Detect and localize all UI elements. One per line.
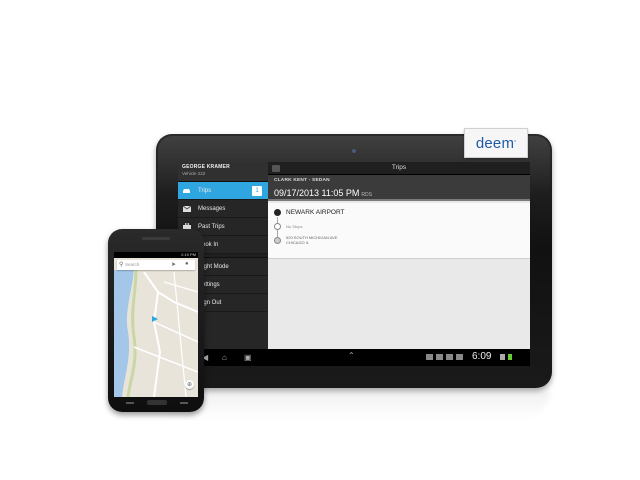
map-view[interactable] bbox=[114, 252, 198, 397]
driver-header: GEORGE KRAMER Vehicle 222 bbox=[178, 162, 268, 182]
envelope-icon bbox=[182, 205, 191, 212]
trip-service-code: RDS bbox=[361, 192, 372, 198]
app-topbar: Trips bbox=[268, 162, 530, 175]
phone-screen: 2:15 PM ⚲ Search ➤ ● ⊕ bbox=[114, 252, 198, 397]
dropoff-address-line2: CHICAGO IL bbox=[286, 240, 310, 245]
trips-count-badge: 1 bbox=[252, 186, 262, 196]
map-search-input[interactable]: Search bbox=[125, 262, 139, 267]
recent-apps-icon[interactable]: ▣ bbox=[244, 353, 252, 362]
notification-icon bbox=[456, 354, 463, 360]
deem-logo-text: deem bbox=[475, 134, 515, 152]
trip-passenger: CLARK KENT - SEDAN bbox=[274, 178, 330, 183]
pickup-marker-icon bbox=[274, 209, 281, 216]
tablet-system-bar: ◀ ⌂ ▣ ⌃ 6:09 bbox=[178, 349, 530, 366]
phone-back-key[interactable] bbox=[180, 402, 188, 404]
sidebar-item-trips[interactable]: Trips 1 bbox=[178, 182, 268, 200]
trip-route-card[interactable]: NEWARK AIRPORT No Stops 520 SOUTH MICHIG… bbox=[268, 203, 530, 259]
phone-home-button[interactable] bbox=[147, 400, 167, 405]
trip-datetime: 09/17/2013 11:05 PM bbox=[274, 188, 360, 198]
notification-icon bbox=[436, 354, 443, 360]
dropoff-marker-icon bbox=[274, 236, 281, 244]
trip-header[interactable]: CLARK KENT - SEDAN 09/17/2013 11:05 PM RD… bbox=[268, 175, 530, 201]
sidebar-item-label: Past Trips bbox=[198, 223, 225, 230]
account-icon[interactable]: ● bbox=[185, 261, 189, 267]
sidebar-item-messages[interactable]: Messages bbox=[178, 200, 268, 218]
map-search-bar[interactable]: ⚲ Search ➤ ● bbox=[117, 260, 195, 270]
pickup-location: NEWARK AIRPORT bbox=[286, 209, 345, 216]
intermediate-stops: No Stops bbox=[274, 223, 302, 230]
my-location-button[interactable]: ⊕ bbox=[185, 380, 194, 389]
notification-icon bbox=[426, 354, 433, 360]
home-icon[interactable]: ⌂ bbox=[222, 353, 227, 362]
tablet-screen: GEORGE KRAMER Vehicle 222 Trips 1 Messag… bbox=[178, 162, 530, 366]
product-showcase: deem ° GEORGE KRAMER Vehicle 222 Trips 1 … bbox=[0, 0, 640, 480]
chevron-up-icon[interactable]: ⌃ bbox=[348, 351, 355, 360]
directions-icon[interactable]: ➤ bbox=[171, 261, 176, 268]
driver-name: GEORGE KRAMER bbox=[182, 164, 230, 170]
car-icon bbox=[182, 187, 191, 194]
phone-status-time: 2:15 PM bbox=[181, 252, 196, 257]
stops-label: No Stops bbox=[286, 224, 303, 229]
notification-icon bbox=[446, 354, 453, 360]
page-title: Trips bbox=[391, 164, 407, 171]
battery-icon bbox=[508, 354, 512, 360]
deem-logo: deem ° bbox=[464, 128, 528, 158]
pickup-stop: NEWARK AIRPORT bbox=[274, 209, 345, 216]
sidebar-item-label: Trips bbox=[198, 187, 212, 194]
vehicle-id: Vehicle 222 bbox=[182, 171, 206, 176]
dropoff-stop: 520 SOUTH MICHIGAN AVE CHICAGO IL bbox=[274, 235, 338, 245]
tablet-camera bbox=[352, 149, 356, 153]
phone-speaker bbox=[142, 237, 170, 240]
phone-status-bar: 2:15 PM bbox=[114, 252, 198, 258]
sidebar-item-label: Messages bbox=[198, 205, 226, 212]
system-clock: 6:09 bbox=[472, 351, 492, 362]
stop-marker-icon bbox=[274, 223, 281, 230]
search-icon: ⚲ bbox=[119, 262, 124, 268]
wifi-icon bbox=[500, 354, 505, 360]
phone-menu-key[interactable] bbox=[126, 402, 134, 404]
